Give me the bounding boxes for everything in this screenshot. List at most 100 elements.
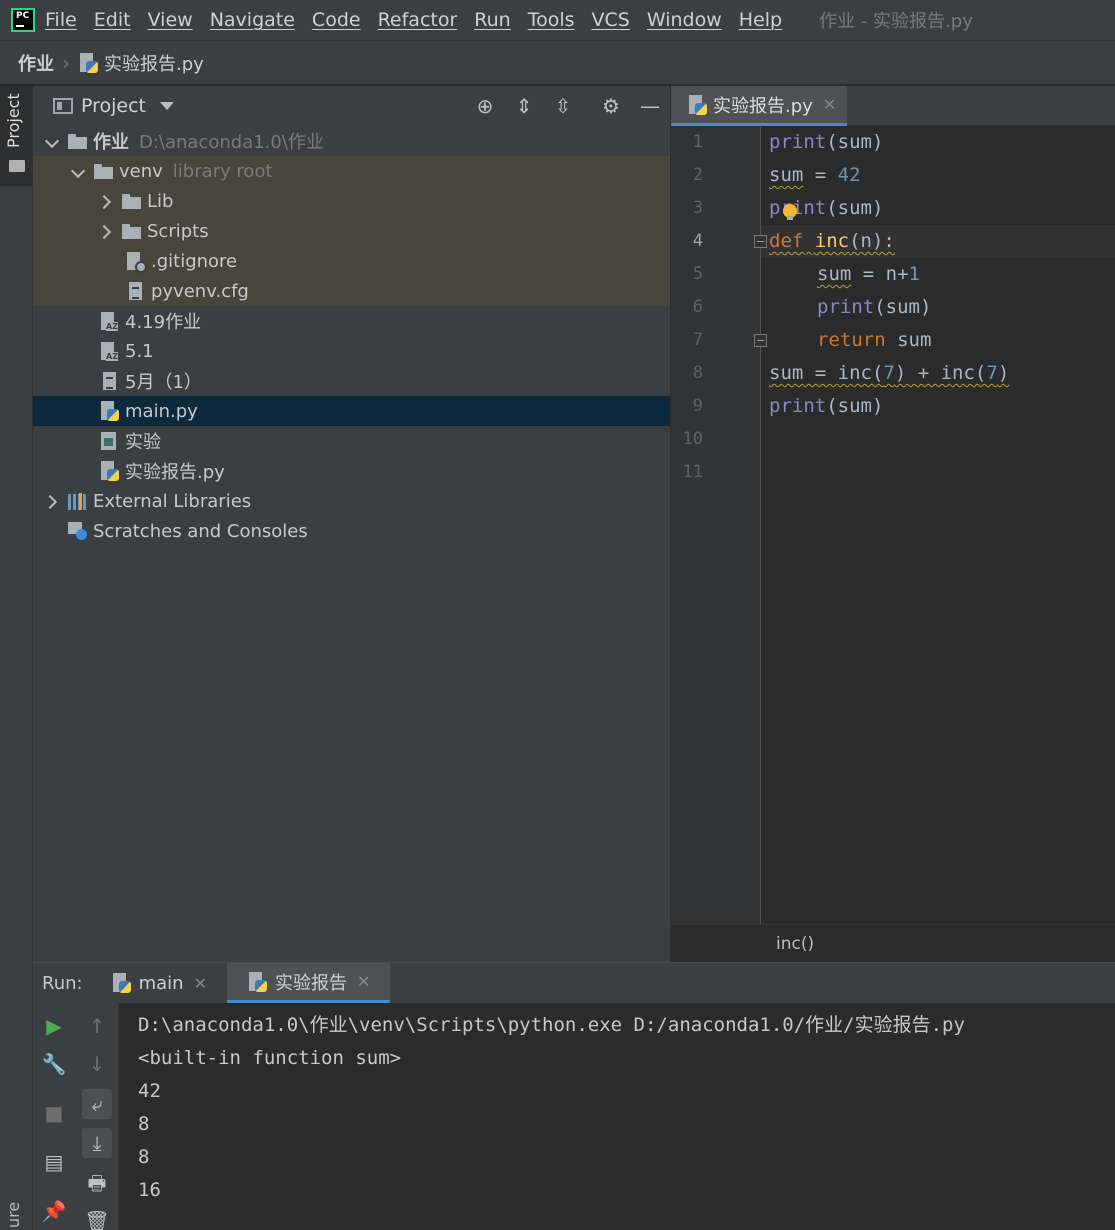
python-file-icon [78,52,98,73]
tree-item-shiyan[interactable]: 实验 [33,426,670,456]
editor-context-breadcrumb[interactable]: inc() [671,924,1115,962]
code-line-7: return sum [817,329,931,351]
run-icon[interactable]: ▶ [39,1011,69,1041]
project-panel-header: Project ⊕ ⇕ ⇳ ⚙ — [33,86,670,126]
menu-refactor[interactable]: Refactor [378,9,458,31]
project-tool-button[interactable]: Project [0,86,33,186]
code-line-6: print(sum) [817,296,931,318]
scratches-icon [67,521,87,541]
minimize-icon[interactable]: — [638,94,662,118]
code-line-1: print(sum) [769,131,883,153]
text-file-icon [99,371,119,391]
console-line: 16 [138,1179,161,1201]
chevron-right-icon[interactable] [45,494,59,508]
wrench-icon[interactable]: 🔧 [39,1049,69,1079]
menu-run[interactable]: Run [474,9,510,31]
text-file-icon [125,281,145,301]
tree-item-main-py[interactable]: main.py [33,396,670,426]
locate-icon[interactable]: ⊕ [473,94,497,118]
code-token: (sum) [874,296,932,318]
tree-item-scripts[interactable]: Scripts [33,216,670,246]
lightbulb-icon[interactable] [783,204,797,220]
line-number: 9 [692,396,703,416]
scroll-to-end-icon[interactable]: ⤓ [82,1128,112,1158]
chevron-right-icon[interactable] [99,224,113,238]
run-tab-main[interactable]: main ✕ [111,963,227,1003]
tree-item-report-py[interactable]: 实验报告.py [33,456,670,486]
tree-item-label: .gitignore [151,250,238,272]
tree-item-51[interactable]: 5.1 [33,336,670,366]
code-token: (n): [849,230,895,252]
tree-item-label: 5.1 [125,340,154,362]
stop-icon[interactable]: ■ [39,1098,69,1128]
menu-help[interactable]: Help [739,9,782,31]
tree-item-label: 5月（1） [125,372,202,393]
down-arrow-icon[interactable]: ↓ [82,1049,112,1079]
menu-edit[interactable]: Edit [94,9,131,31]
code-token: print [817,296,875,318]
menu-view[interactable]: View [148,9,193,31]
menu-file[interactable]: File [45,9,77,31]
tree-item-root[interactable]: 作业 D:\anaconda1.0\作业 [33,126,670,156]
pin-icon[interactable]: 📌 [39,1196,69,1226]
ignore-file-icon [125,251,147,273]
tree-item-may[interactable]: 5月（1） [33,366,670,396]
up-arrow-icon[interactable]: ↑ [82,1011,112,1041]
project-panel-title[interactable]: Project [81,95,146,117]
code-editor: 实验报告.py ✕ 1 2 3 4 5 6 7 8 9 10 11 print(… [671,86,1115,962]
soft-wrap-icon[interactable]: ⤶ [82,1089,112,1119]
print-icon[interactable]: 🖶 [82,1168,112,1198]
close-icon[interactable]: ✕ [194,974,207,993]
fold-marker-icon[interactable] [754,235,767,248]
tree-item-419[interactable]: 4.19作业 [33,306,670,336]
close-icon[interactable]: ✕ [823,95,836,114]
project-tree: 作业 D:\anaconda1.0\作业 venv library root L… [33,126,670,546]
gear-icon[interactable]: ⚙ [599,94,623,118]
code-token: (sum) [826,197,884,219]
tree-item-label: venv [119,160,163,182]
code-token: sum [885,329,932,351]
python-file-icon [99,461,119,481]
collapse-all-icon[interactable]: ⇳ [551,94,575,118]
close-icon[interactable]: ✕ [357,972,370,991]
fold-marker-icon[interactable] [754,334,767,347]
run-tab-label: main [138,972,184,994]
run-tab-label: 实验报告 [274,972,347,994]
editor-tab-report[interactable]: 实验报告.py ✕ [671,86,847,126]
menu-navigate[interactable]: Navigate [210,9,295,31]
code-token: 7 [883,362,895,384]
code-token: return [817,329,886,351]
menu-code[interactable]: Code [312,9,361,31]
trash-icon[interactable]: 🗑 [82,1206,112,1230]
chevron-down-icon[interactable] [71,164,85,178]
chevron-down-icon[interactable] [45,134,59,148]
tree-item-scratches[interactable]: Scratches and Consoles [33,516,670,546]
expand-all-icon[interactable]: ⇕ [512,94,536,118]
structure-tool-label[interactable]: ure [4,1202,23,1228]
tree-item-pyvenv[interactable]: pyvenv.cfg [33,276,670,306]
layout-icon[interactable]: ▤ [39,1147,69,1177]
console-output[interactable]: D:\anaconda1.0\作业\venv\Scripts\python.ex… [138,1009,965,1207]
breadcrumb-root[interactable]: 作业 [18,50,54,76]
console-line: 42 [138,1080,161,1102]
project-view-icon [53,98,73,114]
tree-item-external-libraries[interactable]: External Libraries [33,486,670,516]
python-file-icon [111,973,131,993]
breadcrumb-file[interactable]: 实验报告.py [104,50,204,76]
chevron-down-icon[interactable] [160,102,175,110]
menu-window[interactable]: Window [647,9,722,31]
chevron-right-icon[interactable] [99,194,113,208]
code-token: = [803,164,838,186]
tree-item-venv[interactable]: venv library root [33,156,670,186]
run-tab-report[interactable]: 实验报告 ✕ [226,963,391,1003]
tree-item-lib[interactable]: Lib [33,186,670,216]
project-panel: Project ⊕ ⇕ ⇳ ⚙ — 作业 D:\anaconda1.0\作业 v… [33,86,670,962]
menu-tools[interactable]: Tools [528,9,575,31]
menu-vcs[interactable]: VCS [592,9,630,31]
console-line: 8 [138,1146,150,1168]
tree-item-label: Lib [147,190,174,212]
folder-icon [121,221,141,241]
python-file-icon [247,971,267,992]
code-token: (sum) [826,395,884,417]
tree-item-gitignore[interactable]: .gitignore [33,246,670,276]
